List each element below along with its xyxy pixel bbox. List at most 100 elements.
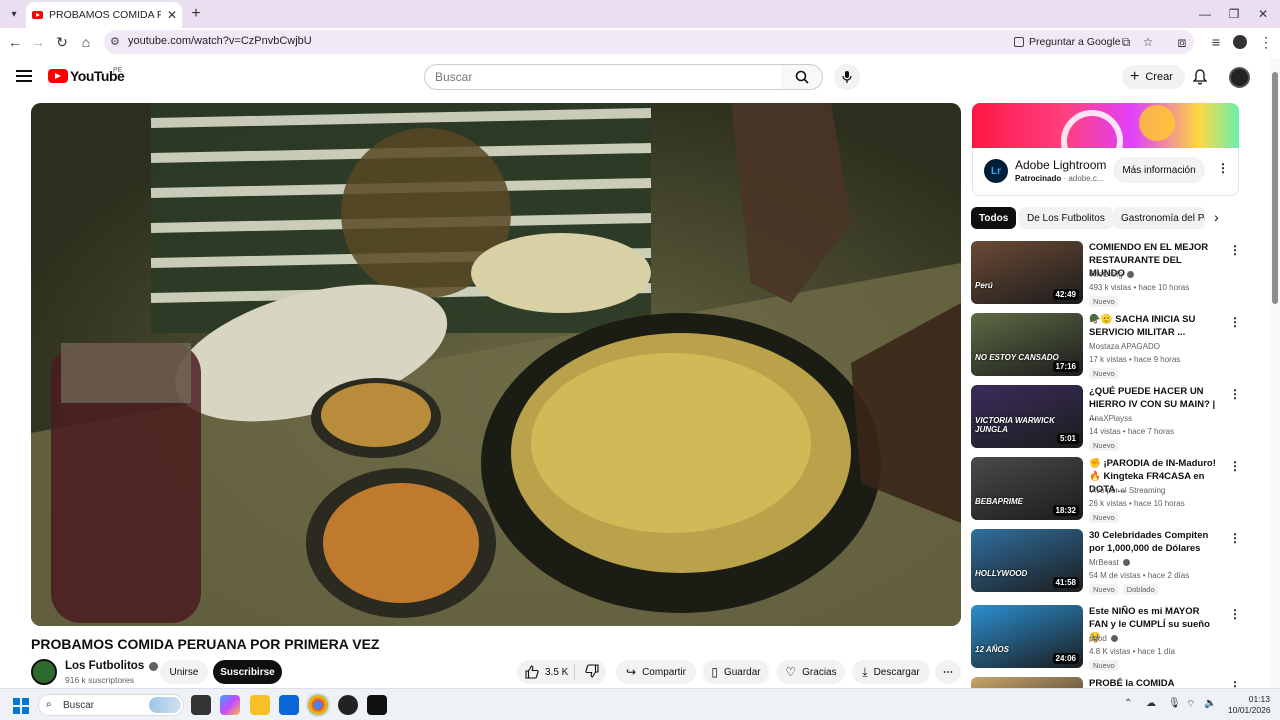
channel-name-text[interactable]: pgod	[1089, 634, 1107, 643]
reload-button[interactable]: ↻	[52, 32, 72, 52]
channel-name-text[interactable]: Vivo por el Streaming	[1089, 486, 1165, 495]
close-window-button[interactable]: ✕	[1248, 4, 1278, 24]
join-button[interactable]: Unirse	[160, 660, 208, 684]
microphone-tray-icon[interactable]: 🎙	[1168, 698, 1181, 709]
recommendation-item[interactable]: NO ESTOY CANSADO 17:16 🪖🫡 SACHA INICIA SU …	[971, 313, 1241, 379]
address-bar[interactable]: ⚙ youtube.com/watch?v=CzPnvbCwjbU Pregun…	[104, 30, 1194, 54]
recommendation-item[interactable]: 12 AÑOS 24:06 Este NIÑO es mi MAYOR FAN y …	[971, 605, 1241, 671]
recommendation-item[interactable]: HOLLYWOOD 41:58 30 Celebridades Compiten p…	[971, 529, 1241, 595]
account-avatar[interactable]	[1229, 67, 1250, 88]
channel-name[interactable]: Vivo por el Streaming	[1089, 486, 1165, 495]
notifications-bell-icon[interactable]	[1191, 68, 1209, 86]
more-options-icon[interactable]: ⋮	[1229, 531, 1241, 545]
chip-all[interactable]: Todos	[971, 207, 1017, 229]
scrollbar-thumb[interactable]	[1272, 72, 1278, 304]
copilot-icon[interactable]	[220, 695, 240, 715]
create-button[interactable]: + Crear	[1122, 65, 1185, 89]
recommendation-item[interactable]: PROBÉ la COMIDA PERUANA ⋮	[971, 677, 1241, 688]
chevron-right-icon[interactable]: ›	[1214, 209, 1219, 225]
recommendation-item[interactable]: BEBAPRIME 18:32 ✊ ¡PARODIA de IN-Maduro! 🔥…	[971, 457, 1241, 523]
recommendation-item[interactable]: Perú 42:49 COMIENDO EN EL MEJOR RESTAURANT…	[971, 241, 1241, 307]
ad-card[interactable]: Lr Adobe Lightroom Patrocinado · adobe.c…	[972, 148, 1239, 196]
browser-menu-icon[interactable]: ⋮	[1256, 32, 1276, 52]
search-input[interactable]: Buscar	[424, 64, 782, 90]
more-options-icon[interactable]: ⋮	[1229, 607, 1241, 621]
subscribe-button[interactable]: Suscribirse	[213, 660, 282, 684]
video-thumbnail[interactable]: NO ESTOY CANSADO 17:16	[971, 313, 1083, 376]
microsoft-store-icon[interactable]	[279, 695, 299, 715]
tray-overflow-icon[interactable]: ⌃	[1124, 698, 1132, 709]
epic-games-icon[interactable]	[367, 695, 387, 715]
restore-button[interactable]: ❐	[1219, 4, 1249, 24]
search-button[interactable]	[781, 64, 823, 90]
share-button[interactable]: ↪ Compartir	[616, 660, 696, 684]
dislike-button[interactable]	[585, 664, 599, 681]
video-thumbnail[interactable]: 12 AÑOS 24:06	[971, 605, 1083, 668]
channel-name[interactable]: MrBeast	[1089, 558, 1130, 567]
video-thumbnail[interactable]: HOLLYWOOD 41:58	[971, 529, 1083, 592]
url-text[interactable]: youtube.com/watch?v=CzPnvbCwjbU	[128, 35, 312, 47]
download-button[interactable]: ⤓ Descargar	[852, 660, 930, 684]
channel-name[interactable]: Mostaza APAGADO	[1089, 342, 1160, 351]
more-actions-icon[interactable]: ⋯	[935, 660, 961, 684]
voice-search-button[interactable]	[834, 64, 860, 90]
more-options-icon[interactable]: ⋮	[1229, 679, 1241, 688]
more-options-icon[interactable]: ⋮	[1229, 387, 1241, 401]
ad-more-info-button[interactable]: Más información	[1113, 157, 1205, 183]
install-app-icon[interactable]: ⧉	[1118, 34, 1134, 50]
profile-avatar-icon[interactable]	[1230, 32, 1250, 52]
channel-name-text[interactable]: TheGrefg	[1089, 270, 1123, 279]
home-button[interactable]: ⌂	[76, 32, 96, 52]
extensions-icon[interactable]: ⧈	[1172, 32, 1192, 52]
obs-icon[interactable]	[338, 695, 358, 715]
channel-name[interactable]: TheGrefg	[1089, 270, 1134, 279]
channel-name[interactable]: Los Futbolitos	[65, 660, 159, 672]
more-options-icon[interactable]: ⋮	[1229, 315, 1241, 329]
video-title-link[interactable]: PROBÉ la COMIDA PERUANA	[1089, 677, 1219, 688]
forward-button[interactable]: →	[28, 32, 48, 52]
channel-name-text[interactable]: AnaXPlayss	[1089, 414, 1132, 423]
task-view-icon[interactable]	[191, 695, 211, 715]
site-info-icon[interactable]: ⚙	[110, 35, 120, 48]
ad-title[interactable]: Adobe Lightroom	[1015, 158, 1106, 172]
tab-search-chevron-icon[interactable]: ▾	[4, 4, 24, 24]
channel-name[interactable]: pgod	[1089, 634, 1118, 643]
thanks-button[interactable]: ♡ Gracias	[777, 660, 845, 684]
channel-name-text[interactable]: Mostaza APAGADO	[1089, 342, 1160, 351]
windows-start-icon[interactable]	[13, 698, 29, 714]
minimize-button[interactable]: —	[1190, 4, 1220, 24]
channel-name[interactable]: AnaXPlayss	[1089, 414, 1132, 423]
video-player[interactable]	[31, 103, 961, 626]
video-thumbnail[interactable]	[971, 677, 1083, 688]
browser-tab[interactable]: PROBAMOS COMIDA PERUANA POR PRIMERA VEZ …	[26, 2, 182, 28]
back-button[interactable]: ←	[5, 32, 25, 52]
ask-google-button[interactable]: Preguntar a Google	[1014, 34, 1121, 50]
video-title-link[interactable]: 30 Celebridades Compiten por 1,000,000 d…	[1089, 529, 1219, 555]
chrome-icon[interactable]	[308, 695, 328, 715]
video-thumbnail[interactable]: Perú 42:49	[971, 241, 1083, 304]
wifi-tray-icon[interactable]: ⌔	[1186, 698, 1195, 711]
network-tray-icon[interactable]: ☁	[1146, 698, 1156, 709]
video-title-link[interactable]: 🪖🫡 SACHA INICIA SU SERVICIO MILITAR ...	[1089, 313, 1219, 339]
taskbar-clock[interactable]: 01:13 10/01/2026	[1228, 694, 1271, 716]
more-options-icon[interactable]: ⋮	[1229, 459, 1241, 473]
like-button[interactable]: 3.5 K	[525, 665, 568, 679]
save-button[interactable]: ▯ Guardar	[703, 660, 769, 684]
file-explorer-icon[interactable]	[250, 695, 270, 715]
tab-close-icon[interactable]: ✕	[167, 8, 177, 22]
chip-channel[interactable]: De Los Futbolitos	[1019, 207, 1113, 229]
new-tab-button[interactable]: +	[186, 4, 206, 24]
channel-avatar[interactable]	[31, 659, 57, 685]
ad-banner-image[interactable]	[972, 103, 1239, 148]
video-thumbnail[interactable]: BEBAPRIME 18:32	[971, 457, 1083, 520]
channel-name-text[interactable]: Los Futbolitos	[65, 660, 144, 672]
channel-name-text[interactable]: MrBeast	[1089, 558, 1119, 567]
volume-tray-icon[interactable]: 🔈	[1204, 698, 1216, 709]
reading-list-icon[interactable]: ≡	[1206, 32, 1226, 52]
chip-topic[interactable]: Gastronomía del Pe	[1113, 207, 1205, 229]
more-options-icon[interactable]: ⋮	[1229, 243, 1241, 257]
recommendation-item[interactable]: VICTORIA WARWICK JUNGLA 5:01 ¿QUÉ PUEDE HA…	[971, 385, 1241, 451]
menu-hamburger-icon[interactable]	[16, 70, 32, 82]
ad-options-icon[interactable]: ⋮	[1217, 161, 1229, 175]
video-thumbnail[interactable]: VICTORIA WARWICK JUNGLA 5:01	[971, 385, 1083, 448]
